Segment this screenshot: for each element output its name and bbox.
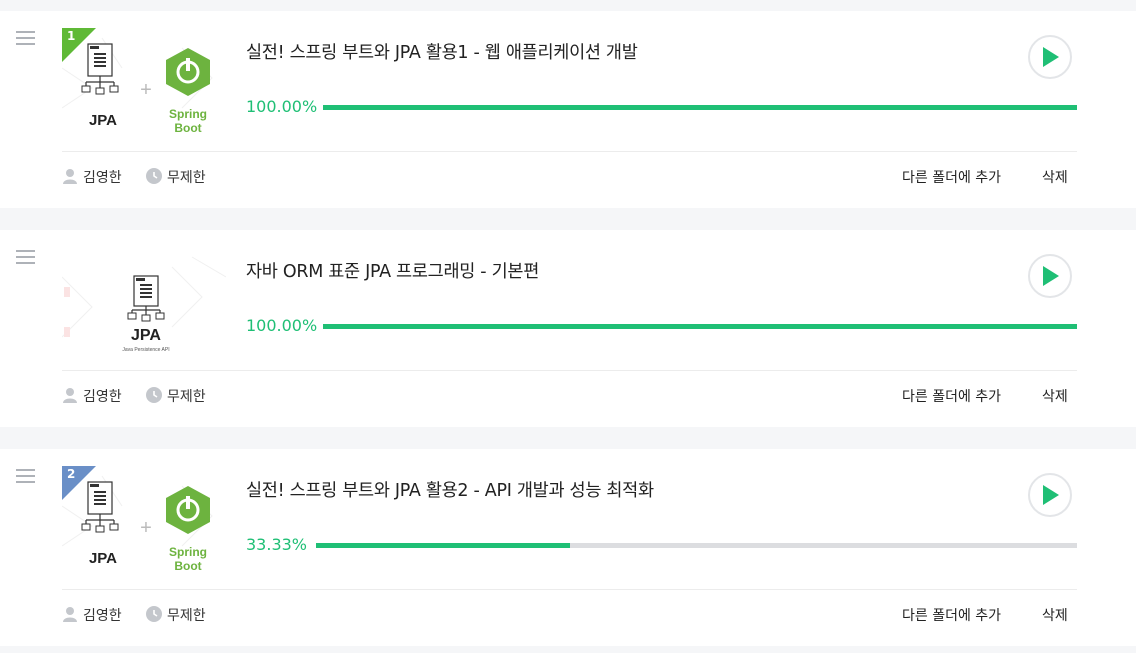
duration: 무제한 bbox=[146, 605, 206, 625]
progress-fill bbox=[323, 324, 1077, 329]
play-icon bbox=[1043, 485, 1059, 505]
course-card: JPA Java Persistence API 자바 ORM 표준 JPA 프… bbox=[0, 230, 1136, 427]
instructor: 김영한 bbox=[62, 605, 122, 625]
instructor-name: 김영한 bbox=[83, 608, 122, 624]
progress-bar bbox=[323, 324, 1077, 329]
boot-text: Boot bbox=[174, 559, 201, 573]
clock-icon bbox=[146, 606, 162, 622]
instructor: 김영한 bbox=[62, 386, 122, 406]
divider bbox=[62, 370, 1077, 371]
progress-percent: 100.00% bbox=[246, 97, 318, 116]
course-thumbnail[interactable]: JPA + Spring Boot 1 bbox=[62, 28, 226, 135]
user-icon bbox=[63, 607, 77, 622]
duration: 무제한 bbox=[146, 386, 206, 406]
play-button[interactable] bbox=[1028, 254, 1072, 298]
progress-percent: 33.33% bbox=[246, 535, 308, 554]
delete-button[interactable]: 삭제 bbox=[1042, 167, 1068, 187]
play-icon bbox=[1043, 47, 1059, 67]
duration-text: 무제한 bbox=[167, 608, 206, 624]
duration: 무제한 bbox=[146, 167, 206, 187]
course-card: JPA + Spring Boot 1 실전! 스프링 부트와 JPA 활용1 … bbox=[0, 11, 1136, 208]
progress-fill bbox=[316, 543, 570, 548]
progress-fill bbox=[323, 105, 1077, 110]
boot-text: Boot bbox=[174, 121, 201, 135]
user-icon bbox=[63, 388, 77, 403]
spring-text: Spring bbox=[169, 107, 207, 121]
delete-button[interactable]: 삭제 bbox=[1042, 386, 1068, 406]
add-to-folder-button[interactable]: 다른 폴더에 추가 bbox=[902, 167, 1001, 187]
drag-handle-icon[interactable] bbox=[16, 469, 35, 483]
duration-text: 무제한 bbox=[167, 389, 206, 405]
divider bbox=[62, 589, 1077, 590]
drag-handle-icon[interactable] bbox=[16, 250, 35, 264]
course-title[interactable]: 자바 ORM 표준 JPA 프로그래밍 - 기본편 bbox=[246, 258, 539, 283]
add-to-folder-button[interactable]: 다른 폴더에 추가 bbox=[902, 386, 1001, 406]
play-button[interactable] bbox=[1028, 473, 1072, 517]
clock-icon bbox=[146, 387, 162, 403]
delete-button[interactable]: 삭제 bbox=[1042, 605, 1068, 625]
drag-handle-icon[interactable] bbox=[16, 31, 35, 45]
progress-bar bbox=[316, 543, 1077, 548]
badge-number: 1 bbox=[67, 29, 76, 43]
spring-text: Spring bbox=[169, 545, 207, 559]
course-title[interactable]: 실전! 스프링 부트와 JPA 활용2 - API 개발과 성능 최적화 bbox=[246, 477, 654, 502]
divider bbox=[62, 151, 1077, 152]
course-thumbnail[interactable]: JPA + Spring Boot 2 bbox=[62, 466, 226, 573]
jpa-logo-text: JPA bbox=[89, 112, 117, 129]
instructor: 김영한 bbox=[62, 167, 122, 187]
progress-bar bbox=[323, 105, 1077, 110]
course-thumbnail[interactable]: JPA Java Persistence API bbox=[62, 247, 226, 354]
jpa-logo-text: JPA bbox=[131, 327, 161, 344]
user-icon bbox=[63, 169, 77, 184]
duration-text: 무제한 bbox=[167, 170, 206, 186]
svg-text:+: + bbox=[140, 79, 152, 101]
add-to-folder-button[interactable]: 다른 폴더에 추가 bbox=[902, 605, 1001, 625]
instructor-name: 김영한 bbox=[83, 170, 122, 186]
progress-percent: 100.00% bbox=[246, 316, 318, 335]
course-title[interactable]: 실전! 스프링 부트와 JPA 활용1 - 웹 애플리케이션 개발 bbox=[246, 39, 638, 64]
instructor-name: 김영한 bbox=[83, 389, 122, 405]
svg-text:+: + bbox=[140, 517, 152, 539]
play-button[interactable] bbox=[1028, 35, 1072, 79]
jpa-subtitle: Java Persistence API bbox=[122, 347, 169, 353]
play-icon bbox=[1043, 266, 1059, 286]
clock-icon bbox=[146, 168, 162, 184]
jpa-logo-text: JPA bbox=[89, 550, 117, 567]
course-card: JPA + Spring Boot 2 실전! 스프링 부트와 JPA 활용2 … bbox=[0, 449, 1136, 646]
badge-number: 2 bbox=[67, 467, 76, 481]
